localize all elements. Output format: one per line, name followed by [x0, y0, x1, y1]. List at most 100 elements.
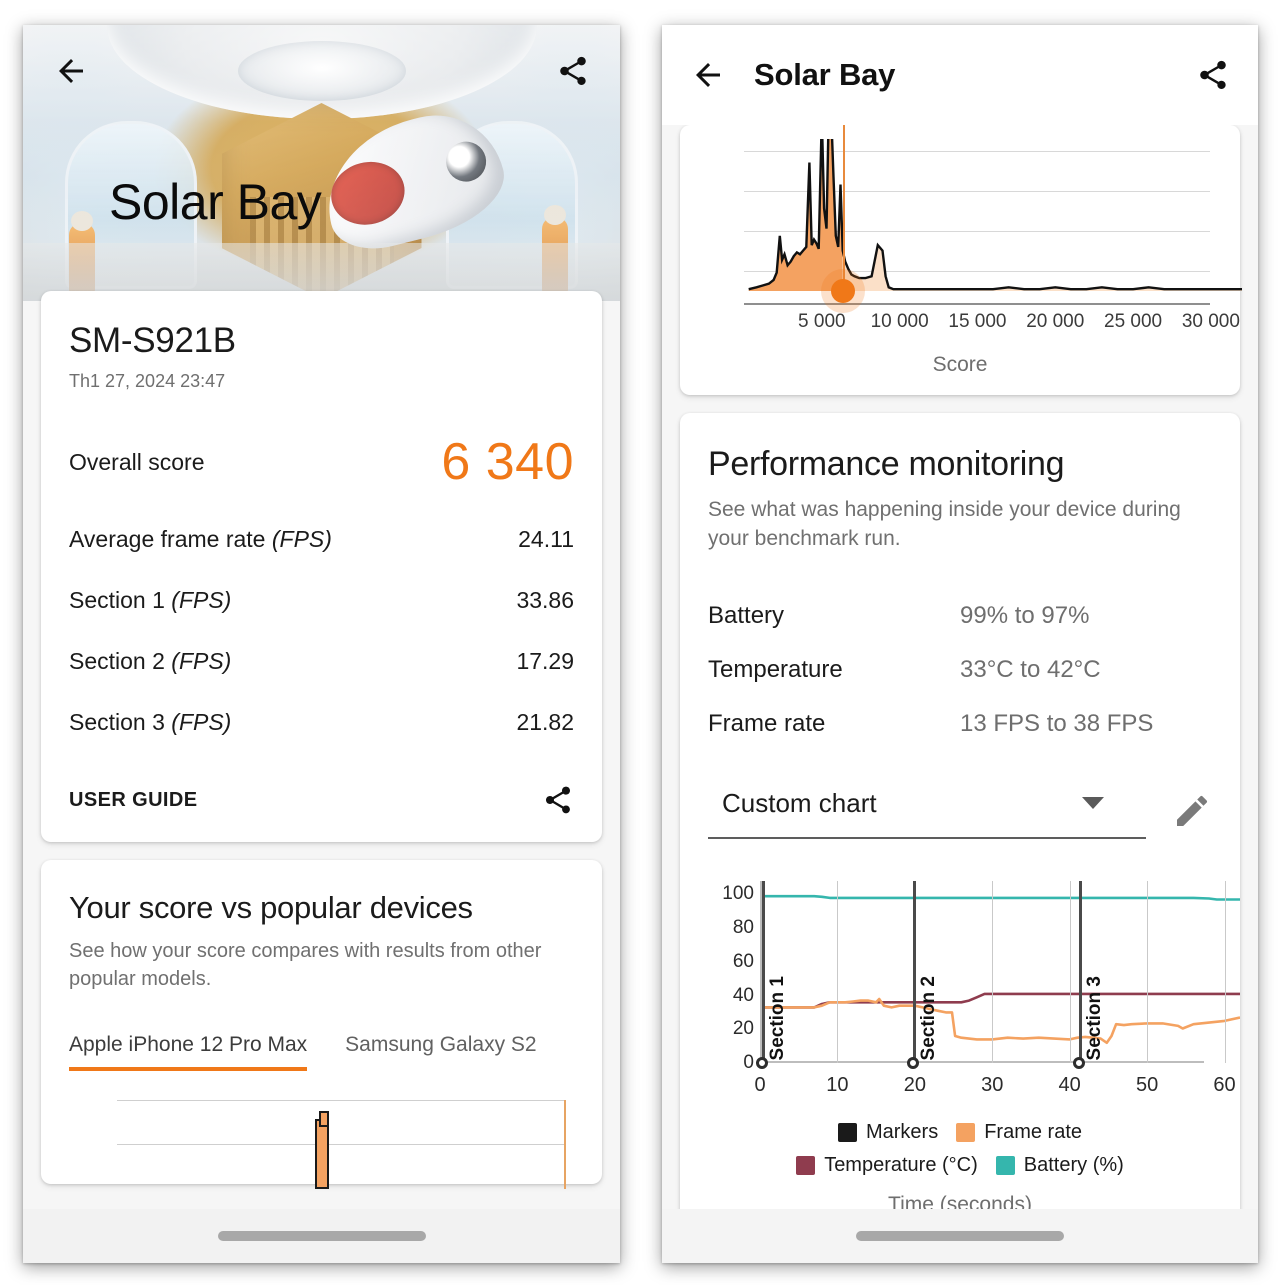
metric-label: Average frame rate (FPS): [69, 526, 332, 553]
legend-item: Temperature (°C): [796, 1154, 978, 1177]
score-marker-line: [843, 99, 845, 291]
stat-row-temperature: Temperature 33°C to 42°C: [708, 656, 1212, 684]
chevron-down-icon[interactable]: [1082, 797, 1104, 809]
hero-banner: Solar Bay: [23, 25, 620, 301]
user-guide-row: USER GUIDE: [69, 784, 574, 816]
pencil-icon[interactable]: [1172, 791, 1212, 831]
chart-type-select[interactable]: Custom chart: [708, 784, 1146, 839]
metric-value: 21.82: [516, 709, 574, 736]
metric-row: Section 1 (FPS) 33.86: [69, 587, 574, 614]
metric-row: Section 3 (FPS) 21.82: [69, 709, 574, 736]
legend-label: Frame rate: [984, 1121, 1082, 1144]
perf-y-tick: 20: [733, 1018, 754, 1040]
perf-x-tick: 20: [904, 1074, 926, 1097]
metric-value: 17.29: [516, 648, 574, 675]
perf-x-tick: 10: [826, 1074, 848, 1097]
legend-swatch: [796, 1156, 815, 1175]
score-distribution-chart: 5 00010 00015 00020 00025 00030 000: [696, 139, 1224, 349]
distro-x-tick: 10 000: [871, 311, 929, 333]
legend-label: Temperature (°C): [824, 1154, 978, 1177]
metric-label: Section 2 (FPS): [69, 648, 231, 675]
screenshot-stage: Solar Bay SM-S921B Th1 27, 2024 23:47 Ov…: [0, 0, 1280, 1285]
metric-row: Section 2 (FPS) 17.29: [69, 648, 574, 675]
user-guide-button[interactable]: USER GUIDE: [69, 789, 197, 812]
arrow-left-icon[interactable]: [690, 57, 726, 93]
compare-subtitle: See how your score compares with results…: [69, 938, 574, 993]
perf-x-tick: 0: [754, 1074, 765, 1097]
result-card: SM-S921B Th1 27, 2024 23:47 Overall scor…: [41, 291, 602, 842]
overall-score-value: 6 340: [441, 432, 574, 492]
perf-x-axis: [760, 1061, 1204, 1063]
stat-row-frame-rate: Frame rate 13 FPS to 38 FPS: [708, 710, 1212, 738]
performance-monitoring-card: Performance monitoring See what was happ…: [680, 413, 1240, 1241]
home-indicator[interactable]: [218, 1231, 426, 1241]
distro-x-tick: 20 000: [1026, 311, 1084, 333]
share-icon[interactable]: [542, 784, 574, 816]
compare-score-bar-cap: [319, 1111, 329, 1127]
perf-x-tick: 50: [1136, 1074, 1158, 1097]
overall-score-row: Overall score 6 340: [69, 432, 574, 492]
legend-item: Markers: [838, 1121, 938, 1144]
legend-label: Battery (%): [1024, 1154, 1124, 1177]
legend-label: Markers: [866, 1121, 938, 1144]
compare-score-bar: [315, 1119, 329, 1189]
metric-value: 24.11: [518, 526, 574, 553]
hero-topbar: [23, 25, 620, 117]
metric-label: Section 1 (FPS): [69, 587, 231, 614]
perf-x-tick: 40: [1059, 1074, 1081, 1097]
distro-x-tick-labels: 5 00010 00015 00020 00025 00030 000: [696, 311, 1224, 335]
left-phone-panel: Solar Bay SM-S921B Th1 27, 2024 23:47 Ov…: [23, 25, 620, 1263]
perf-y-tick: 0: [743, 1052, 754, 1074]
tab-samsung-galaxy-s2[interactable]: Samsung Galaxy S2: [345, 1033, 536, 1071]
perf-legend: Markers Frame rate Temperature (°C) Battery…: [708, 1121, 1212, 1177]
right-scroll-area[interactable]: Solar Bay 5 00010 00015 00020 000: [662, 25, 1258, 1263]
compare-card: Your score vs popular devices See how yo…: [41, 860, 602, 1184]
perf-marker-label: Section 1: [767, 976, 789, 1060]
chart-select-row: Custom chart: [708, 784, 1212, 839]
share-icon[interactable]: [1196, 58, 1230, 92]
perf-series-Battery (%): [760, 896, 1240, 899]
left-navigation-bar: [23, 1209, 620, 1263]
perf-marker-line: [762, 881, 765, 1063]
distro-x-tick: 30 000: [1182, 311, 1240, 333]
perf-x-tick: 60: [1213, 1074, 1235, 1097]
perf-plot-area: Section 1Section 2Section 3: [760, 881, 1204, 1063]
distro-x-tick: 25 000: [1104, 311, 1162, 333]
stat-value: 13 FPS to 38 FPS: [960, 710, 1153, 738]
perf-x-tick: 30: [981, 1074, 1003, 1097]
stat-key: Battery: [708, 602, 960, 630]
legend-item: Frame rate: [956, 1121, 1082, 1144]
distro-x-tick: 5 000: [798, 311, 846, 333]
stat-key: Frame rate: [708, 710, 960, 738]
perf-gridline: [992, 881, 993, 1063]
home-indicator[interactable]: [856, 1231, 1064, 1241]
stat-row-battery: Battery 99% to 97%: [708, 602, 1212, 630]
perf-marker-label: Section 2: [918, 976, 940, 1060]
performance-subtitle: See what was happening inside your devic…: [708, 496, 1212, 554]
performance-chart: 020406080100 Section 1Section 2Section 3…: [708, 875, 1212, 1105]
metric-value: 33.86: [516, 587, 574, 614]
distro-axis-label: Score: [690, 353, 1230, 377]
left-scroll-area[interactable]: Solar Bay SM-S921B Th1 27, 2024 23:47 Ov…: [23, 25, 620, 1263]
arrow-left-icon[interactable]: [53, 53, 89, 89]
metric-label: Section 3 (FPS): [69, 709, 231, 736]
perf-gridline: [837, 881, 838, 1063]
device-name: SM-S921B: [69, 321, 574, 361]
perf-y-tick-labels: 020406080100: [708, 875, 754, 1105]
result-timestamp: Th1 27, 2024 23:47: [69, 371, 574, 392]
compare-minichart: [69, 1089, 574, 1184]
tab-apple-iphone-12-pro-max[interactable]: Apple iPhone 12 Pro Max: [69, 1033, 307, 1071]
score-marker-dot: [831, 279, 855, 303]
app-bar: Solar Bay: [662, 25, 1258, 125]
perf-y-tick: 100: [722, 883, 754, 905]
perf-gridline: [1070, 881, 1071, 1063]
legend-swatch: [838, 1123, 857, 1142]
perf-y-tick: 40: [733, 985, 754, 1007]
perf-y-tick: 60: [733, 951, 754, 973]
stat-value: 33°C to 42°C: [960, 656, 1101, 684]
device-tabs: Apple iPhone 12 Pro Max Samsung Galaxy S…: [69, 1033, 574, 1071]
perf-marker-line: [1079, 881, 1082, 1063]
share-icon[interactable]: [556, 54, 590, 88]
perf-gridline: [1225, 881, 1226, 1063]
distro-x-axis: [744, 303, 1210, 305]
